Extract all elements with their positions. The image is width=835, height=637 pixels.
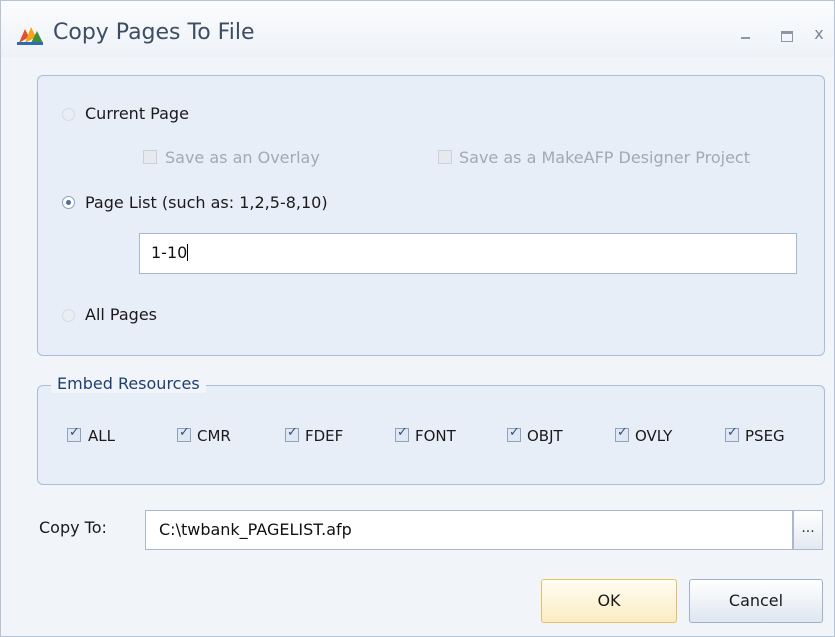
all-pages-label[interactable]: All Pages [85,305,157,324]
embed-all-label[interactable]: ALL [88,427,115,445]
all-pages-radio[interactable] [62,309,75,322]
window-title: Copy Pages To File [53,20,255,45]
embed-font-checkbox[interactable] [395,425,409,442]
current-page-radio[interactable] [62,108,75,121]
title-bar[interactable]: Copy Pages To File x [1,1,834,57]
embed-fdef-checkbox[interactable] [285,425,299,442]
embed-cmr-checkbox[interactable] [177,425,191,442]
cancel-button[interactable]: Cancel [689,579,823,623]
maximize-icon [781,31,793,42]
app-logo-icon [17,27,43,45]
embed-ovly-checkbox[interactable] [615,425,629,442]
page-list-value: 1-10 [151,243,188,262]
copy-to-label: Copy To: [39,518,107,537]
page-list-radio[interactable] [62,196,75,209]
embed-resources-legend: Embed Resources [51,374,206,393]
embed-fdef-label[interactable]: FDEF [305,427,343,445]
embed-cmr-label[interactable]: CMR [197,427,231,445]
browse-button[interactable]: ... [793,510,823,550]
page-list-input[interactable]: 1-10 [139,233,797,274]
minimize-button[interactable] [735,23,755,45]
embed-objt-label[interactable]: OBJT [527,427,563,445]
minimize-icon [740,37,750,39]
maximize-button[interactable] [777,23,797,45]
embed-all-checkbox[interactable] [67,425,81,442]
embed-font-label[interactable]: FONT [415,427,456,445]
save-project-checkbox[interactable] [438,150,452,164]
page-list-label[interactable]: Page List (such as: 1,2,5-8,10) [85,193,328,212]
close-button[interactable]: x [809,23,829,45]
save-overlay-checkbox[interactable] [143,150,157,164]
ok-button[interactable]: OK [541,579,677,623]
current-page-label[interactable]: Current Page [85,104,189,123]
copy-pages-dialog: Copy Pages To File x Current Page Save a… [0,0,835,637]
save-project-label[interactable]: Save as a MakeAFP Designer Project [459,148,750,167]
save-overlay-label[interactable]: Save as an Overlay [165,148,320,167]
embed-objt-checkbox[interactable] [507,425,521,442]
embed-pseg-label[interactable]: PSEG [745,427,785,445]
copy-to-input[interactable]: C:\twbank_PAGELIST.afp [145,510,793,550]
embed-pseg-checkbox[interactable] [725,425,739,442]
text-caret [187,244,189,261]
embed-ovly-label[interactable]: OVLY [635,427,672,445]
